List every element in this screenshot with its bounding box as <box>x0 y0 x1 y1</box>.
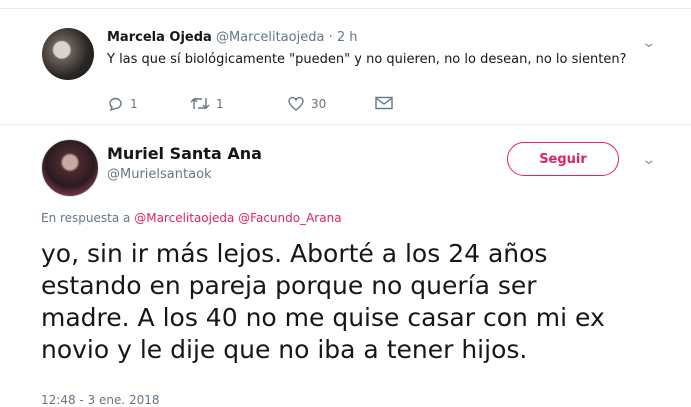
retweet-count: 1 <box>216 96 224 111</box>
retweet-action[interactable]: 1 <box>190 96 224 111</box>
author-handle[interactable]: @Marcelitaojeda <box>216 30 324 45</box>
tweet-body-line: novio y le dije que no iba a tener hijos… <box>41 335 528 364</box>
tweet-body-line: estando en pareja porque no quería ser <box>41 271 537 300</box>
tweet-time[interactable]: 2 h <box>337 30 358 45</box>
avatar[interactable] <box>42 28 94 80</box>
mention-link[interactable]: @Facundo_Arana <box>238 211 341 225</box>
follow-button[interactable]: Seguir <box>507 142 619 176</box>
separator: · <box>328 30 333 45</box>
mention-link[interactable]: @Marcelitaojeda <box>134 211 234 225</box>
chevron-down-icon[interactable]: ⌄ <box>641 152 656 168</box>
reply-count: 1 <box>130 96 138 111</box>
reply-tweet-header: Marcela Ojeda @Marcelitaojeda · 2 h <box>107 30 358 45</box>
replying-prefix: En respuesta a <box>41 211 131 225</box>
chevron-down-icon[interactable]: ⌄ <box>641 35 656 51</box>
avatar[interactable] <box>41 139 99 197</box>
author-handle[interactable]: @Murielsantaok <box>107 167 212 182</box>
like-count: 30 <box>311 96 327 111</box>
tweet-body: yo, sin ir más lejos. Aborté a los 24 añ… <box>41 238 681 366</box>
reply-icon <box>109 97 122 111</box>
reply-action[interactable]: 1 <box>107 96 138 111</box>
like-icon <box>288 96 304 111</box>
tweet-body-line: madre. A los 40 no me quise casar con mi… <box>41 303 605 332</box>
message-action[interactable] <box>375 96 393 110</box>
replying-to: En respuesta a @Marcelitaojeda @Facundo_… <box>41 211 342 225</box>
like-action[interactable]: 30 <box>287 96 326 111</box>
retweet-icon <box>190 98 210 109</box>
reply-tweet-text: Y las que sí biológicamente "pueden" y n… <box>107 52 627 67</box>
message-icon <box>375 96 393 110</box>
author-name[interactable]: Muriel Santa Ana <box>107 144 262 163</box>
tweet-timestamp[interactable]: 12:48 - 3 ene. 2018 <box>41 393 160 407</box>
tweet-body-line: yo, sin ir más lejos. Aborté a los 24 añ… <box>41 239 548 268</box>
author-name[interactable]: Marcela Ojeda <box>107 30 212 45</box>
reply-tweet[interactable] <box>0 9 691 125</box>
